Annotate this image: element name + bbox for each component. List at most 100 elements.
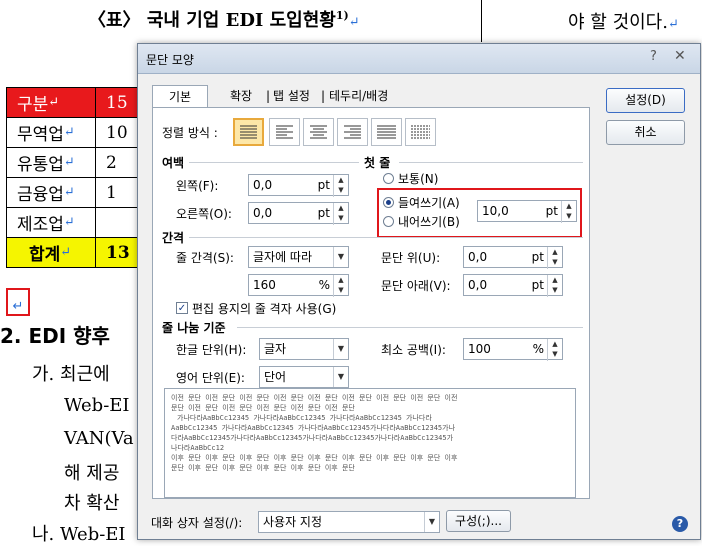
line-spacing-spinner[interactable]: ▲ ▼: [333, 275, 348, 297]
table-row: 유통업 ↵ 2: [6, 147, 145, 178]
tab-extended[interactable]: 확장: [230, 85, 252, 107]
space-below-label: 문단 아래(V):: [381, 279, 451, 293]
align-center-button[interactable]: [303, 118, 334, 146]
tab-separator: |: [321, 89, 326, 103]
divider: [189, 162, 359, 163]
composition-button[interactable]: 구성(;)...: [446, 510, 511, 532]
first-line-normal-label[interactable]: 보통(N): [398, 170, 438, 187]
line-grid-label[interactable]: 편집 용지의 줄 격자 사용(G): [192, 300, 336, 317]
table-total-row: 합계 ↵ 13: [6, 237, 145, 268]
document-line: 가. 최근에: [32, 364, 110, 385]
align-center-icon: [310, 125, 327, 139]
document-line: 차 확산: [64, 493, 120, 514]
min-space-label: 최소 공백(I):: [381, 343, 446, 357]
table-cell[interactable]: 합계 ↵: [6, 237, 96, 268]
chevron-down-icon[interactable]: ▼: [333, 339, 348, 359]
preview-line: 이전 문단 이전 문단 이전 문단 이전 문단 이전 문단 이전 문단 이전 문…: [171, 394, 458, 402]
min-space-spinner[interactable]: ▲ ▼: [547, 339, 562, 361]
preview-line: 문단 이전 문단 이전 문단 이전 문단 이전 문단 이전 문단: [171, 404, 355, 412]
divider: [237, 327, 583, 328]
paragraph-shape-dialog: 문단 모양 ? ✕ 기본 확장 | 탭 설정 | 테두리/배경 설정(D) 취소…: [137, 43, 701, 540]
right-margin-input[interactable]: 0,0 pt ▲ ▼: [248, 202, 349, 225]
preview-line: 다라AaBbCc12345가나다라AaBbCc12345가나다라AaBbCc12…: [171, 434, 454, 442]
chevron-down-icon[interactable]: ▼: [424, 512, 439, 532]
align-left-button[interactable]: [269, 118, 300, 146]
table-cell[interactable]: 구분 ↵: [6, 87, 96, 118]
align-right-icon: [344, 125, 361, 139]
space-below-spinner[interactable]: ▲ ▼: [547, 275, 562, 297]
first-line-outdent-label[interactable]: 내어쓰기(B): [398, 213, 460, 230]
line-spacing-type-select[interactable]: 글자에 따라 ▼: [248, 246, 349, 268]
table-cell[interactable]: 유통업 ↵: [6, 147, 96, 178]
dialog-setting-select[interactable]: 사용자 지정 ▼: [258, 511, 440, 533]
table-row: 제조업 ↵: [6, 207, 145, 238]
tab-border-background[interactable]: 테두리/배경: [329, 85, 388, 107]
preview-line: AaBbCc12345 가나다라AaBbCc12345 가나다라AaBbCc12…: [171, 424, 456, 432]
ok-button[interactable]: 설정(D): [606, 88, 685, 113]
divider: [399, 162, 583, 163]
table-cell[interactable]: 무역업 ↵: [6, 117, 96, 148]
close-icon[interactable]: ✕: [674, 48, 686, 64]
hangul-unit-select[interactable]: 글자 ▼: [259, 338, 349, 360]
right-margin-label: 오른쪽(O):: [176, 207, 232, 221]
english-unit-select[interactable]: 단어 ▼: [259, 366, 349, 388]
left-margin-input[interactable]: 0,0 pt ▲ ▼: [248, 174, 349, 197]
preview-line: 문단 이후 문단 이후 문단 이후 문단 이후 문단 이후 문단: [171, 464, 355, 472]
divider: [189, 237, 583, 238]
left-margin-spinner[interactable]: ▲ ▼: [333, 175, 348, 197]
justify-icon: [240, 125, 257, 139]
align-distribute-button[interactable]: [371, 118, 402, 146]
document-line: 해 제공: [64, 463, 120, 484]
line-grid-checkbox[interactable]: ✓: [176, 302, 188, 314]
preview-line: 이후 문단 이후 문단 이후 문단 이후 문단 이후 문단 이후 문단 이후 문…: [171, 454, 458, 462]
space-above-input[interactable]: 0,0 pt ▲ ▼: [463, 246, 563, 269]
first-line-outdent-radio[interactable]: [383, 216, 394, 227]
section-title: 2. EDI 향후: [0, 324, 110, 348]
alignment-label: 정렬 방식 :: [162, 126, 218, 140]
first-line-normal-radio[interactable]: [383, 173, 394, 184]
line-spacing-label: 줄 간격(S):: [176, 251, 234, 265]
dialog-titlebar[interactable]: 문단 모양 ? ✕: [138, 44, 700, 74]
first-line-indent-label[interactable]: 들여쓰기(A): [398, 194, 460, 211]
first-line-section-title: 첫 줄: [364, 156, 391, 170]
preview-line: 가나다라AaBbCc12345 가나다라AaBbCc12345 가나다라AaBb…: [177, 414, 432, 422]
help-icon[interactable]: ?: [650, 49, 657, 64]
line-spacing-value-input[interactable]: 160 % ▲ ▼: [248, 274, 349, 297]
chevron-down-icon[interactable]: ▼: [333, 247, 348, 267]
tab-tab-settings[interactable]: 탭 설정: [273, 85, 310, 107]
min-space-input[interactable]: 100 % ▲ ▼: [463, 338, 563, 361]
dialog-setting-label: 대화 상자 설정(/):: [151, 516, 243, 530]
document-line: VAN(Va: [64, 428, 134, 449]
align-left-icon: [276, 125, 293, 139]
table-row: 무역업 ↵ 10: [6, 117, 145, 148]
tab-separator: |: [266, 89, 271, 103]
first-line-value-input[interactable]: 10,0 pt ▲ ▼: [477, 200, 577, 223]
right-margin-spinner[interactable]: ▲ ▼: [333, 203, 348, 225]
space-above-label: 문단 위(U):: [381, 251, 441, 265]
document-heading: 〈표〉 국내 기업 EDI 도입현황1)↵: [88, 9, 360, 31]
page-boundary-line: [481, 0, 482, 42]
align-right-button[interactable]: [337, 118, 368, 146]
line-break-section-title: 줄 나눔 기준: [162, 321, 226, 335]
table-cell[interactable]: 금융업 ↵: [6, 177, 96, 208]
space-above-spinner[interactable]: ▲ ▼: [547, 247, 562, 269]
align-split-button[interactable]: [405, 118, 436, 146]
alignment-group: [233, 118, 453, 148]
spacing-section-title: 간격: [162, 231, 185, 245]
english-unit-label: 영어 단위(E):: [176, 371, 245, 385]
preview-line: 나다라AaBbCc12: [171, 444, 225, 452]
table-row: 금융업 ↵ 1: [6, 177, 145, 208]
hangul-unit-label: 한글 단위(H):: [176, 343, 247, 357]
distribute-icon: [377, 125, 396, 139]
align-justify-button[interactable]: [233, 118, 264, 146]
table-cell[interactable]: 제조업 ↵: [6, 207, 96, 238]
table-header-row: 구분 ↵ 15: [6, 87, 145, 118]
first-line-spinner[interactable]: ▲ ▼: [561, 201, 576, 223]
empty-paragraph-marker[interactable]: ↵: [6, 288, 30, 316]
first-line-indent-radio[interactable]: [383, 197, 394, 208]
help-icon[interactable]: ?: [672, 516, 688, 532]
space-below-input[interactable]: 0,0 pt ▲ ▼: [463, 274, 563, 297]
chevron-down-icon[interactable]: ▼: [333, 367, 348, 387]
cancel-button[interactable]: 취소: [606, 120, 685, 145]
margin-section-title: 여백: [162, 156, 185, 170]
